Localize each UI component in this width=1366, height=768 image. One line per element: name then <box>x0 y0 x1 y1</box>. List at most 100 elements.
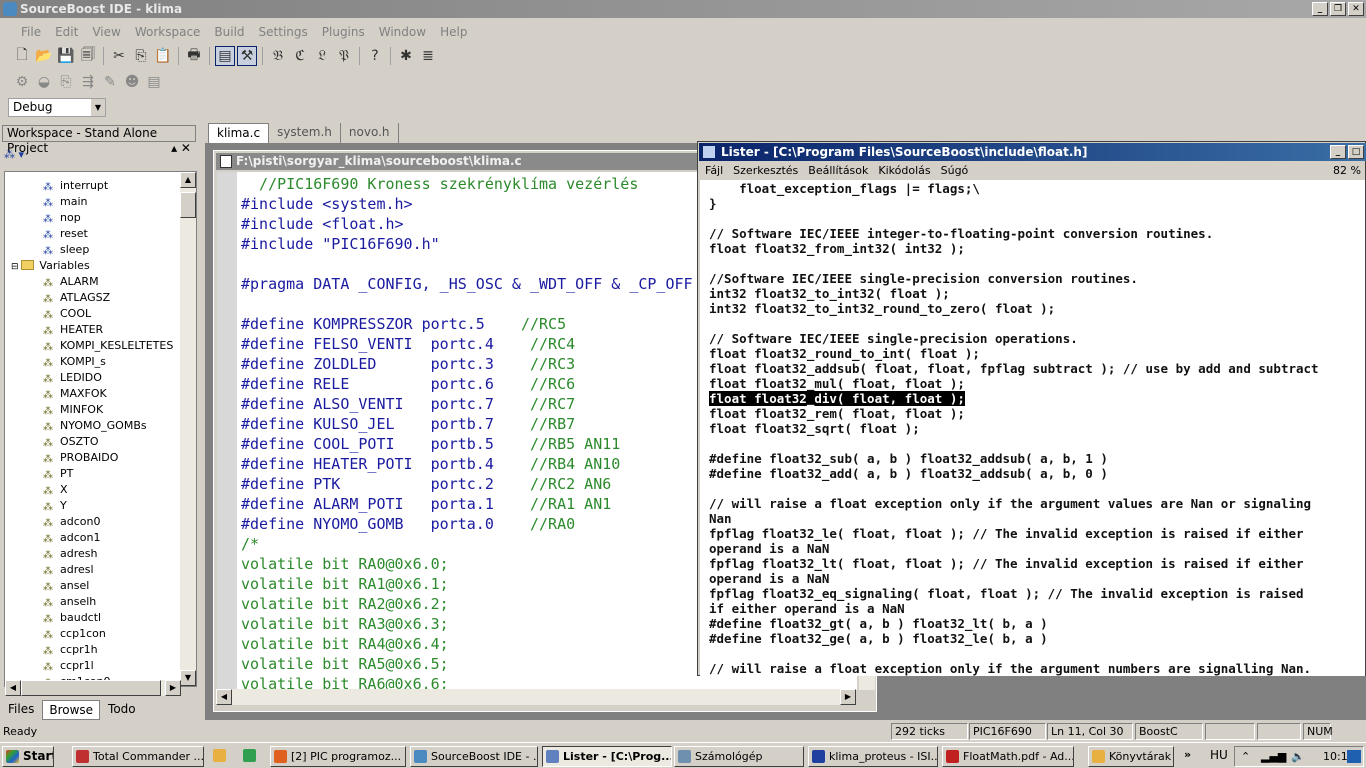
tree-item[interactable]: ⁂ ccpr1h <box>43 642 98 658</box>
doc-tab[interactable]: novo.h <box>341 123 399 143</box>
new-file-icon[interactable]: 🗋 <box>12 46 32 66</box>
tab-files[interactable]: Files <box>2 700 40 720</box>
tree-item[interactable]: ⁂ MAXFOK <box>43 386 107 402</box>
tree-item[interactable]: ⁂ PROBAIDO <box>43 450 118 466</box>
tab-todo[interactable]: Todo <box>102 700 142 720</box>
scroll-right-icon[interactable]: ▶ <box>840 689 856 705</box>
debug-icon[interactable]: ✱ <box>396 46 416 66</box>
tree-item[interactable]: ⁂ interrupt <box>43 178 108 194</box>
tree-item[interactable]: ⁂ ATLAGSZ <box>43 290 110 306</box>
tree-item[interactable]: ⁂ ansel <box>43 578 89 594</box>
tree-item[interactable]: ⁂ ALARM <box>43 274 99 290</box>
tree-item[interactable]: ⁂ adcon1 <box>43 530 100 546</box>
taskbar-item[interactable]: SourceBoost IDE - ... <box>410 746 538 767</box>
tree-item[interactable]: ⁂ baudctl <box>43 610 101 626</box>
toolbar2-tool-5-icon[interactable]: ☻ <box>122 72 142 92</box>
paste-icon[interactable]: 📋 <box>153 46 173 66</box>
tree-item[interactable]: ⁂ main <box>43 194 87 210</box>
scroll-up-icon[interactable]: ▲ <box>180 172 196 188</box>
taskbar-item[interactable]: Total Commander ... <box>72 746 204 767</box>
menu-help[interactable]: Help <box>433 22 474 42</box>
tree-item[interactable]: ⁂ adresh <box>43 546 97 562</box>
taskbar-item[interactable]: klima_proteus - ISI... <box>808 746 938 767</box>
tree-item[interactable]: ⁂ nop <box>43 210 81 226</box>
tree-item[interactable]: ⁂ ccpr1l <box>43 658 94 674</box>
taskbar-item[interactable]: [2] PIC programoz... <box>270 746 406 767</box>
scroll-thumb[interactable] <box>21 680 161 696</box>
restore-button[interactable]: ❐ <box>1330 2 1346 16</box>
workspace-view-icon[interactable]: ▤ <box>215 46 235 66</box>
open-icon[interactable]: 📂 <box>34 46 54 66</box>
compile-icon[interactable]: ℭ <box>290 46 310 66</box>
tree-item[interactable]: ⁂ HEATER <box>43 322 103 338</box>
taskbar-item[interactable]: Könyvtárak <box>1088 746 1174 767</box>
taskbar-item[interactable] <box>210 746 236 767</box>
tree-item[interactable]: ⁂ PT <box>43 466 73 482</box>
tree-item[interactable]: ⁂ COOL <box>43 306 91 322</box>
tree-item[interactable]: ⁂ X <box>43 482 68 498</box>
language-indicator[interactable]: HU <box>1210 748 1228 762</box>
scroll-down-icon[interactable]: ▼ <box>180 670 196 686</box>
lister-menu-item[interactable]: Súgó <box>936 162 974 180</box>
help-icon[interactable]: ? <box>365 46 385 66</box>
taskbar-item[interactable]: Lister - [C:\Prog... <box>542 746 672 767</box>
menu-workspace[interactable]: Workspace <box>128 22 208 42</box>
build-config-select[interactable]: Debug ▼ <box>8 98 106 117</box>
taskbar-item[interactable]: FloatMath.pdf - Ad... <box>942 746 1074 767</box>
program-icon[interactable]: 𝔓 <box>334 46 354 66</box>
scroll-right-icon[interactable]: ▶ <box>165 680 181 696</box>
copy-icon[interactable]: ⎘ <box>131 46 151 66</box>
menu-build[interactable]: Build <box>207 22 251 42</box>
tree-item[interactable]: ⁂ anselh <box>43 594 96 610</box>
save-all-icon[interactable]: 🗐 <box>78 46 98 66</box>
tree-item[interactable]: ⁂ KOMPI_s <box>43 354 106 370</box>
tree-item[interactable]: ⁂ Y <box>43 498 67 514</box>
editor-hscrollbar[interactable]: ◀ ▶ <box>216 689 856 705</box>
print-icon[interactable]: 🖶 <box>184 46 204 66</box>
lister-menu-item[interactable]: Beállítások <box>803 162 873 180</box>
taskbar-item[interactable]: Számológép <box>674 746 804 767</box>
menu-view[interactable]: View <box>85 22 127 42</box>
tray-expand-icon[interactable]: ⌃ <box>1241 747 1250 766</box>
tree-item[interactable]: ⁂ MINFOK <box>43 402 103 418</box>
collapse-icon[interactable]: ⊟ <box>11 262 21 272</box>
link-icon[interactable]: 𝔏 <box>312 46 332 66</box>
close-icon[interactable]: ▴ ✕ <box>171 141 191 156</box>
breakpoints-icon[interactable]: ≣ <box>418 46 438 66</box>
volume-icon[interactable]: 🔈 <box>1291 747 1305 766</box>
tree-item[interactable]: ⁂ ccp1con <box>43 626 106 642</box>
tree-vscrollbar[interactable]: ▲ ▼ <box>180 172 196 686</box>
doc-tab[interactable]: klima.c <box>208 123 270 143</box>
tree-item[interactable]: ⁂ LEDIDO <box>43 370 102 386</box>
scroll-left-icon[interactable]: ◀ <box>216 689 232 705</box>
lister-menu-item[interactable]: Kikódolás <box>873 162 935 180</box>
toolbar2-tool-3-icon[interactable]: ⇶ <box>78 72 98 92</box>
minimize-button[interactable]: _ <box>1312 2 1328 16</box>
lister-maximize-button[interactable]: □ <box>1348 145 1364 159</box>
tree-item[interactable]: ⁂ KOMPI_KESLELTETES <box>43 338 173 354</box>
lister-menu-item[interactable]: Fájl <box>700 162 728 180</box>
start-button[interactable]: Start <box>2 746 54 767</box>
scroll-left-icon[interactable]: ◀ <box>5 680 21 696</box>
doc-tab[interactable]: system.h <box>269 123 341 143</box>
tree-item[interactable]: ⁂ OSZTO <box>43 434 99 450</box>
show-desktop-icon[interactable] <box>1347 750 1361 763</box>
tree-item[interactable]: ⁂ reset <box>43 226 88 242</box>
menu-file[interactable]: File <box>14 22 48 42</box>
tree-item[interactable]: ⊟ Variables <box>11 258 90 274</box>
chevron-down-icon[interactable]: ▼ <box>91 99 105 116</box>
menu-window[interactable]: Window <box>372 22 433 42</box>
taskbar-more-button[interactable]: » <box>1184 748 1191 761</box>
cut-icon[interactable]: ✂ <box>109 46 129 66</box>
toolbar2-tool-0-icon[interactable]: ⚙ <box>12 72 32 92</box>
output-view-icon[interactable]: ⚒ <box>237 46 257 66</box>
toolbar2-tool-4-icon[interactable]: ✎ <box>100 72 120 92</box>
save-icon[interactable]: 💾 <box>56 46 76 66</box>
tree-item[interactable]: ⁂ NYOMO_GOMBs <box>43 418 147 434</box>
tree-item[interactable]: ⁂ adresl <box>43 562 94 578</box>
tree-item[interactable]: ⁂ sleep <box>43 242 89 258</box>
close-button[interactable]: ✕ <box>1348 2 1364 16</box>
menu-settings[interactable]: Settings <box>252 22 315 42</box>
network-icon[interactable]: ▂▄▆ <box>1261 747 1286 766</box>
toolbar2-tool-2-icon[interactable]: ⎘ <box>56 72 76 92</box>
